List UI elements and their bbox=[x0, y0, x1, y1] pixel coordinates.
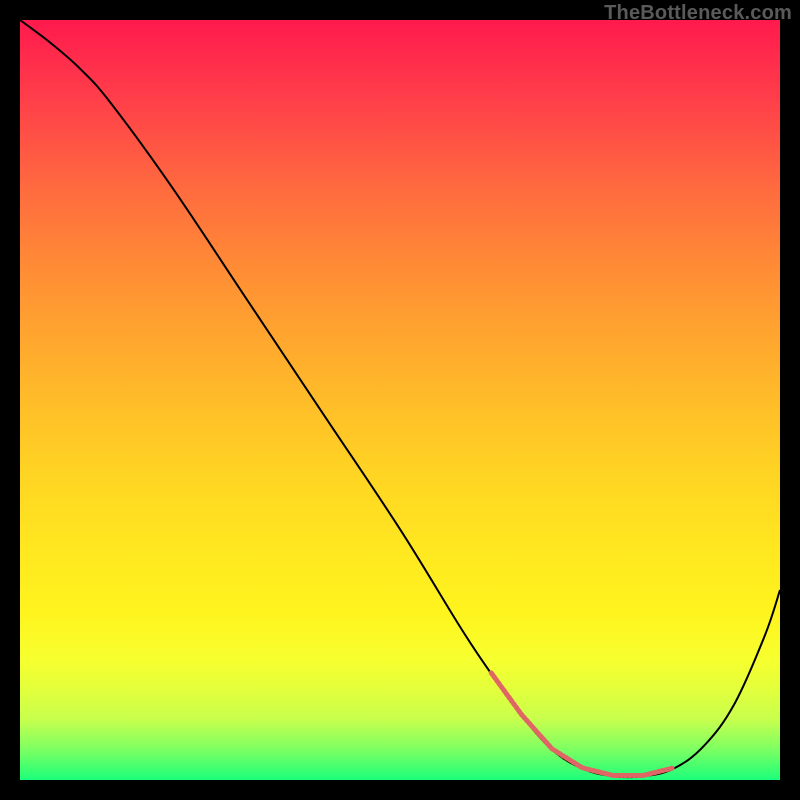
plot-area bbox=[20, 20, 780, 780]
chart-svg bbox=[20, 20, 780, 780]
optimal-range-dashes-path bbox=[491, 673, 673, 776]
bottleneck-curve-path bbox=[20, 20, 780, 777]
page-frame: TheBottleneck.com bbox=[0, 0, 800, 800]
